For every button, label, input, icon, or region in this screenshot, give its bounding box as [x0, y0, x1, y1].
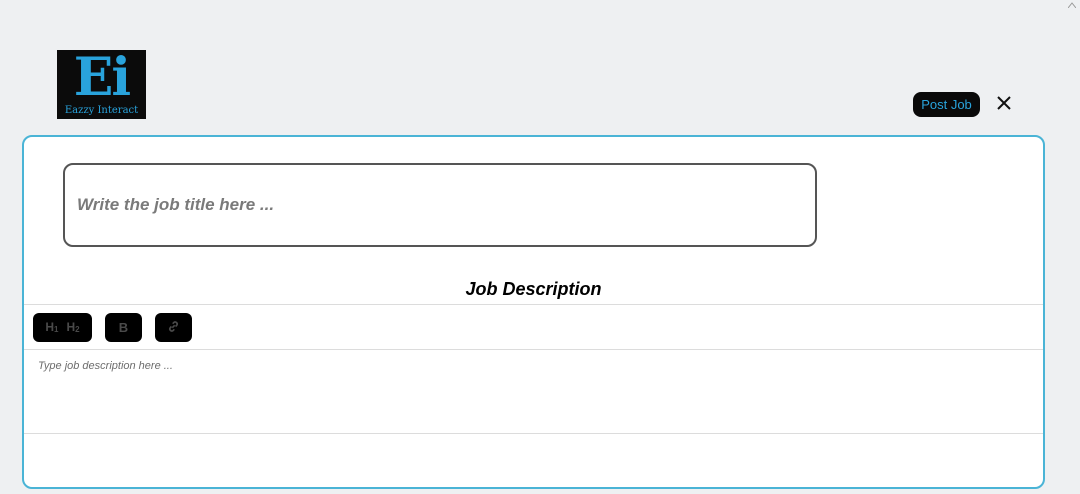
link-button[interactable]	[155, 313, 192, 342]
job-description-editor[interactable]	[24, 350, 1043, 434]
scroll-up-arrow-icon[interactable]	[1068, 2, 1076, 8]
job-form-panel: Job Description H1 H2 B	[22, 135, 1045, 489]
close-icon[interactable]	[994, 93, 1014, 113]
link-icon	[169, 321, 178, 332]
editor-toolbar: H1 H2 B	[24, 304, 1043, 350]
logo-letters: Ei	[73, 50, 131, 108]
brand-logo: Ei Eazzy Interact	[57, 50, 146, 119]
logo-text: Eazzy Interact	[64, 105, 139, 116]
job-description-heading: Job Description	[465, 279, 602, 299]
h2-button[interactable]: H2	[67, 313, 80, 344]
h1-button[interactable]: H1	[45, 313, 58, 344]
bold-button[interactable]: B	[105, 313, 142, 342]
post-job-button[interactable]: Post Job	[913, 92, 980, 117]
heading-buttons: H1 H2	[33, 313, 92, 342]
job-title-input[interactable]	[63, 163, 817, 247]
